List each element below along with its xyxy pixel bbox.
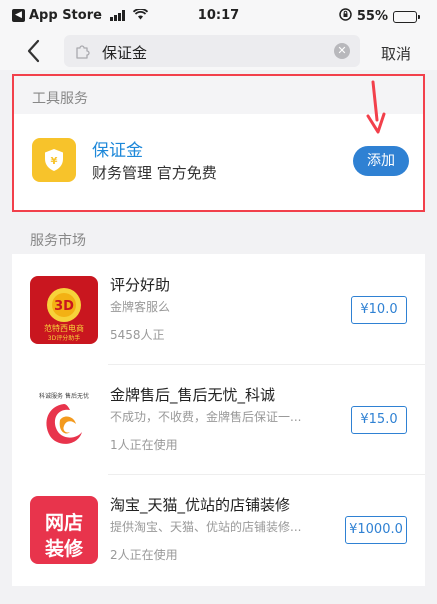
- tool-item-desc: 财务管理 官方免费: [92, 164, 217, 182]
- market-section-header: 服务市场: [12, 220, 425, 254]
- list-item[interactable]: 网店 装修 淘宝_天猫_优站的店铺装修 提供淘宝、天猫、优站的店铺装修... 2…: [12, 474, 425, 584]
- search-text: 保证金: [102, 44, 148, 62]
- item-title: 淘宝_天猫_优站的店铺装修: [110, 496, 291, 514]
- back-button[interactable]: [24, 38, 44, 64]
- svg-text:¥: ¥: [51, 156, 58, 167]
- shop-decor-icon-text-top: 网店: [44, 512, 83, 534]
- after-sales-icon-text: 科诚服务 售后无忧: [39, 392, 89, 400]
- item-users: 5458人正: [110, 328, 165, 342]
- item-title: 评分好助: [110, 276, 171, 294]
- battery-icon: [393, 10, 420, 23]
- item-desc: 提供淘宝、天猫、优站的店铺装修...: [110, 520, 302, 534]
- search-input[interactable]: 保证金 ✕: [64, 35, 360, 67]
- list-item[interactable]: 科诚服务 售后无忧 金牌售后_售后无忧_科诚 不成功，不收费，金牌售后保证一..…: [12, 364, 425, 474]
- item-users: 1人正在使用: [110, 438, 178, 452]
- market-list: 3D 范特西电商 3D评分助手 评分好助 金牌客服么 5458人正 ¥10.0 …: [12, 254, 425, 586]
- after-sales-app-icon: 科诚服务 售后无忧: [30, 386, 98, 454]
- cancel-button[interactable]: 取消: [381, 43, 411, 64]
- shield-icon: ¥: [45, 149, 63, 171]
- price-button[interactable]: ¥10.0: [351, 296, 407, 324]
- nav-bar: 保证金 ✕ 取消: [0, 32, 437, 70]
- add-button[interactable]: 添加: [353, 146, 409, 176]
- item-title: 金牌售后_售后无忧_科诚: [110, 386, 276, 404]
- item-desc: 不成功，不收费，金牌售后保证一...: [110, 410, 302, 424]
- list-item[interactable]: 3D 范特西电商 3D评分助手 评分好助 金牌客服么 5458人正 ¥10.0: [12, 254, 425, 364]
- puzzle-icon: [76, 45, 90, 59]
- chevron-left-icon: [27, 39, 40, 63]
- shop-decor-app-icon: 网店 装修: [30, 496, 98, 564]
- price-button[interactable]: ¥15.0: [351, 406, 407, 434]
- orientation-lock-icon: [339, 8, 352, 25]
- svg-text:3D: 3D: [54, 299, 74, 314]
- battery-percent: 55%: [356, 9, 388, 24]
- rating-app-icon: 3D 范特西电商 3D评分助手: [30, 276, 98, 344]
- rating-icon-text-top: 范特西电商: [44, 323, 84, 333]
- annotation-arrow-icon: [366, 80, 386, 134]
- item-users: 2人正在使用: [110, 548, 178, 562]
- item-desc: 金牌客服么: [110, 300, 171, 314]
- price-button[interactable]: ¥1000.0: [345, 516, 407, 544]
- status-bar: ◀ App Store 10:17 55%: [0, 0, 437, 32]
- clear-icon[interactable]: ✕: [334, 43, 350, 59]
- rating-icon-text-bottom: 3D评分助手: [48, 334, 80, 342]
- shop-decor-icon-text-bottom: 装修: [44, 538, 83, 560]
- deposit-app-icon: ¥: [32, 138, 76, 182]
- tool-item-title: 保证金: [92, 141, 143, 161]
